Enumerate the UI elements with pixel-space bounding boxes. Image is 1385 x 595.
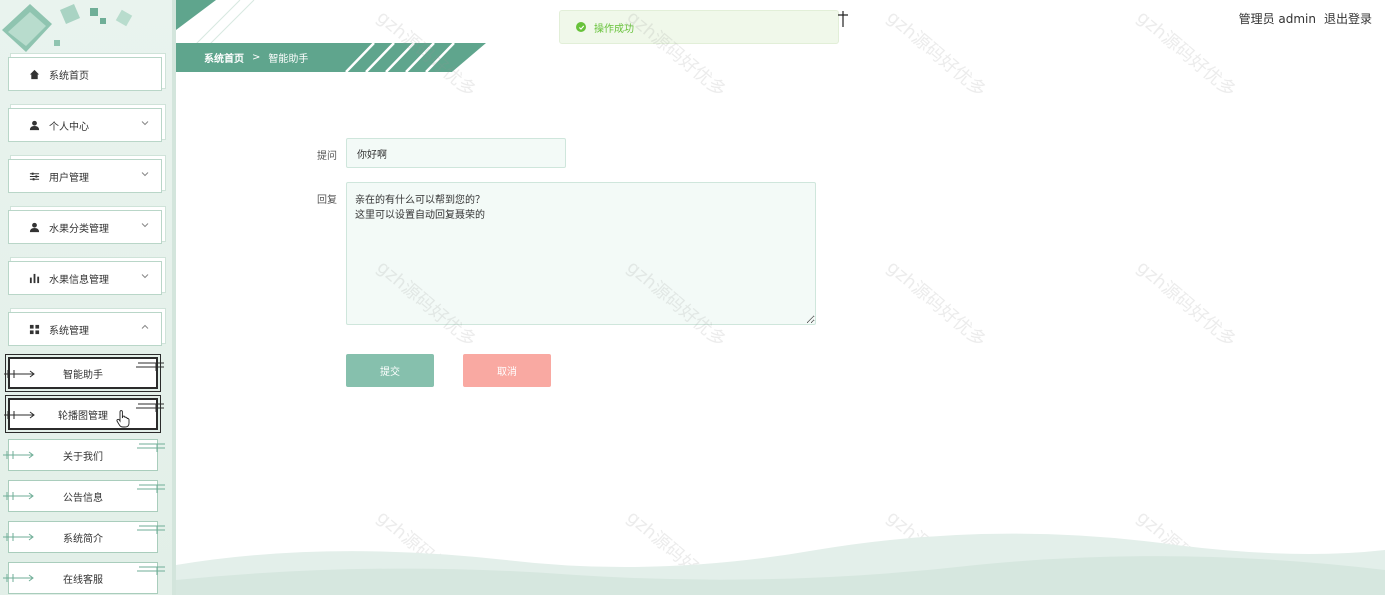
sidebar-item-label: 用户管理 — [49, 172, 89, 184]
sidebar-item-personal[interactable]: 个人中心 — [8, 108, 162, 142]
connector-icon — [137, 525, 165, 534]
reply-label: 回复 — [317, 195, 337, 206]
sidebar-item-label: 系统首页 — [49, 70, 89, 82]
sidebar-item-fruit-info[interactable]: 水果信息管理 — [8, 261, 162, 295]
sub-item-notice[interactable]: 公告信息 — [3, 480, 165, 512]
sub-item-label: 智能助手 — [63, 369, 103, 381]
main-content: 系统首页 > 智能助手 操作成功 管理员 admin 退出登录 提问 回复 亲在… — [176, 0, 1385, 595]
breadcrumb-separator: > — [252, 52, 261, 63]
connector-icon — [137, 566, 165, 575]
sidebar: 系统首页 个人中心 用户管理 水果分类管理 水果信息管理 系统管理 智能助手 轮… — [0, 0, 176, 595]
chevron-down-icon — [141, 172, 149, 177]
sidebar-item-label: 个人中心 — [49, 121, 89, 133]
cancel-button[interactable]: 取消 — [463, 354, 551, 387]
bar-chart-icon — [27, 271, 41, 285]
question-input[interactable] — [346, 138, 566, 168]
watermark: gzh源码好优多 — [1132, 6, 1240, 102]
reply-textarea[interactable]: 亲在的有什么可以帮到您的？ 这里可以设置自动回复聂荣的 — [346, 182, 816, 325]
connector-icon — [3, 451, 34, 459]
user-icon — [27, 118, 41, 132]
connector-icon — [3, 533, 34, 541]
check-circle-icon — [576, 22, 586, 32]
sub-item-label: 轮播图管理 — [58, 410, 108, 422]
chevron-down-icon — [141, 121, 149, 126]
grid-icon — [27, 322, 41, 336]
chevron-down-icon — [141, 274, 149, 279]
footer-wave — [176, 533, 1385, 595]
sub-item-label: 在线客服 — [63, 574, 103, 586]
sub-item-about[interactable]: 关于我们 — [3, 439, 165, 471]
sub-item-label: 公告信息 — [63, 492, 103, 504]
watermark: gzh源码好优多 — [1132, 256, 1240, 352]
watermark: gzh源码好优多 — [882, 256, 990, 352]
toast-message: 操作成功 — [594, 23, 634, 35]
connector-icon — [3, 574, 34, 582]
hand-pointer-icon — [116, 410, 130, 428]
breadcrumb-home[interactable]: 系统首页 — [204, 50, 244, 65]
connector-icon — [137, 484, 165, 493]
sub-item-carousel[interactable]: 轮播图管理 — [4, 395, 164, 433]
connector-icon — [136, 362, 164, 371]
sub-item-intro[interactable]: 系统简介 — [3, 521, 165, 553]
sidebar-item-label: 水果分类管理 — [49, 223, 109, 235]
sidebar-item-label: 系统管理 — [49, 325, 89, 337]
user-icon — [27, 220, 41, 234]
question-label: 提问 — [317, 151, 337, 162]
sidebar-item-home[interactable]: 系统首页 — [8, 57, 162, 91]
breadcrumb-current: 智能助手 — [268, 54, 309, 65]
submit-button[interactable]: 提交 — [346, 354, 434, 387]
watermark: gzh源码好优多 — [882, 6, 990, 102]
success-toast: 操作成功 — [559, 10, 839, 44]
user-name: 管理员 admin — [1238, 12, 1316, 26]
sidebar-item-system[interactable]: 系统管理 — [8, 312, 162, 346]
logout-link[interactable]: 退出登录 — [1324, 10, 1372, 27]
sidebar-item-label: 水果信息管理 — [49, 274, 109, 286]
connector-icon — [137, 443, 165, 452]
home-icon — [27, 67, 41, 81]
header-decoration — [176, 0, 255, 44]
breadcrumb: 系统首页 > 智能助手 — [176, 43, 486, 72]
connector-icon — [4, 370, 35, 378]
sub-item-label: 系统简介 — [63, 533, 103, 545]
connector-icon — [136, 403, 164, 412]
sidebar-decoration — [2, 4, 133, 52]
connector-icon — [4, 411, 35, 419]
sub-item-assistant[interactable]: 智能助手 — [4, 354, 164, 392]
breadcrumb-stripes — [345, 43, 455, 72]
connector-icon — [3, 492, 34, 500]
sidebar-item-fruit-category[interactable]: 水果分类管理 — [8, 210, 162, 244]
user-area: 管理员 admin 退出登录 — [1239, 10, 1372, 27]
sliders-icon — [27, 169, 41, 183]
sub-item-service[interactable]: 在线客服 — [3, 562, 165, 594]
chevron-down-icon — [141, 223, 149, 228]
sub-item-label: 关于我们 — [63, 451, 103, 463]
text-cursor-icon — [838, 11, 848, 27]
chevron-up-icon — [141, 324, 149, 329]
sidebar-item-users[interactable]: 用户管理 — [8, 159, 162, 193]
